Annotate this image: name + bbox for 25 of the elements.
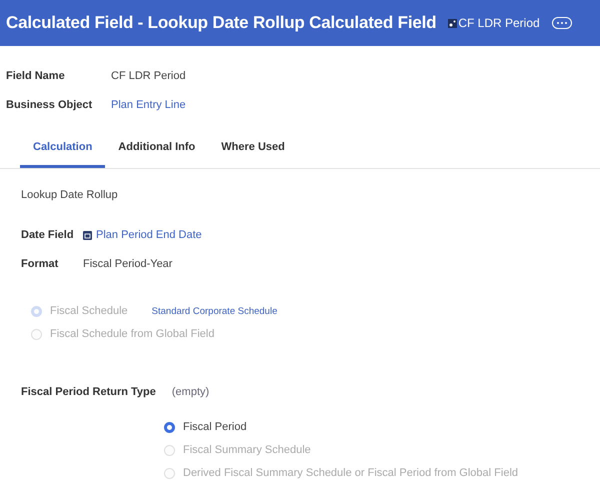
field-value: Fiscal Period-Year — [83, 258, 172, 270]
calculation-type: Lookup Date Rollup — [21, 189, 119, 201]
calendar-icon — [83, 230, 92, 240]
radio-label: Fiscal Schedule — [50, 305, 128, 317]
radio-button[interactable] — [164, 422, 175, 432]
page-title: Calculated Field - Lookup Date Rollup Calculated Field — [6, 13, 436, 33]
instance-name: CF LDR Period — [458, 16, 540, 30]
radio-label: Fiscal Period — [183, 421, 247, 433]
tab[interactable]: Calculation — [20, 141, 106, 168]
tab[interactable]: Additional Info — [105, 141, 208, 168]
field-value: CF LDR Period — [111, 70, 186, 82]
field-label: Date Field — [21, 229, 75, 241]
field-label: Field Name — [6, 70, 66, 82]
business-object-link[interactable]: Plan Entry Line — [111, 99, 186, 111]
field-label: Format — [21, 258, 60, 270]
date-field-link[interactable]: Plan Period End Date — [83, 229, 202, 241]
radio-label: Fiscal Schedule from Global Field — [50, 328, 214, 340]
field-label: Business Object — [6, 99, 94, 111]
field-label: Fiscal Period Return Type — [21, 386, 156, 398]
radio-label: Derived Fiscal Summary Schedule or Fiscal Period from Global Field — [183, 467, 518, 479]
radio-label: Fiscal Summary Schedule — [183, 444, 311, 456]
more-icon[interactable] — [552, 17, 572, 29]
field-value: (empty) — [172, 386, 210, 398]
related-actions-icon[interactable] — [448, 18, 458, 28]
tab[interactable]: Where Used — [208, 141, 298, 168]
